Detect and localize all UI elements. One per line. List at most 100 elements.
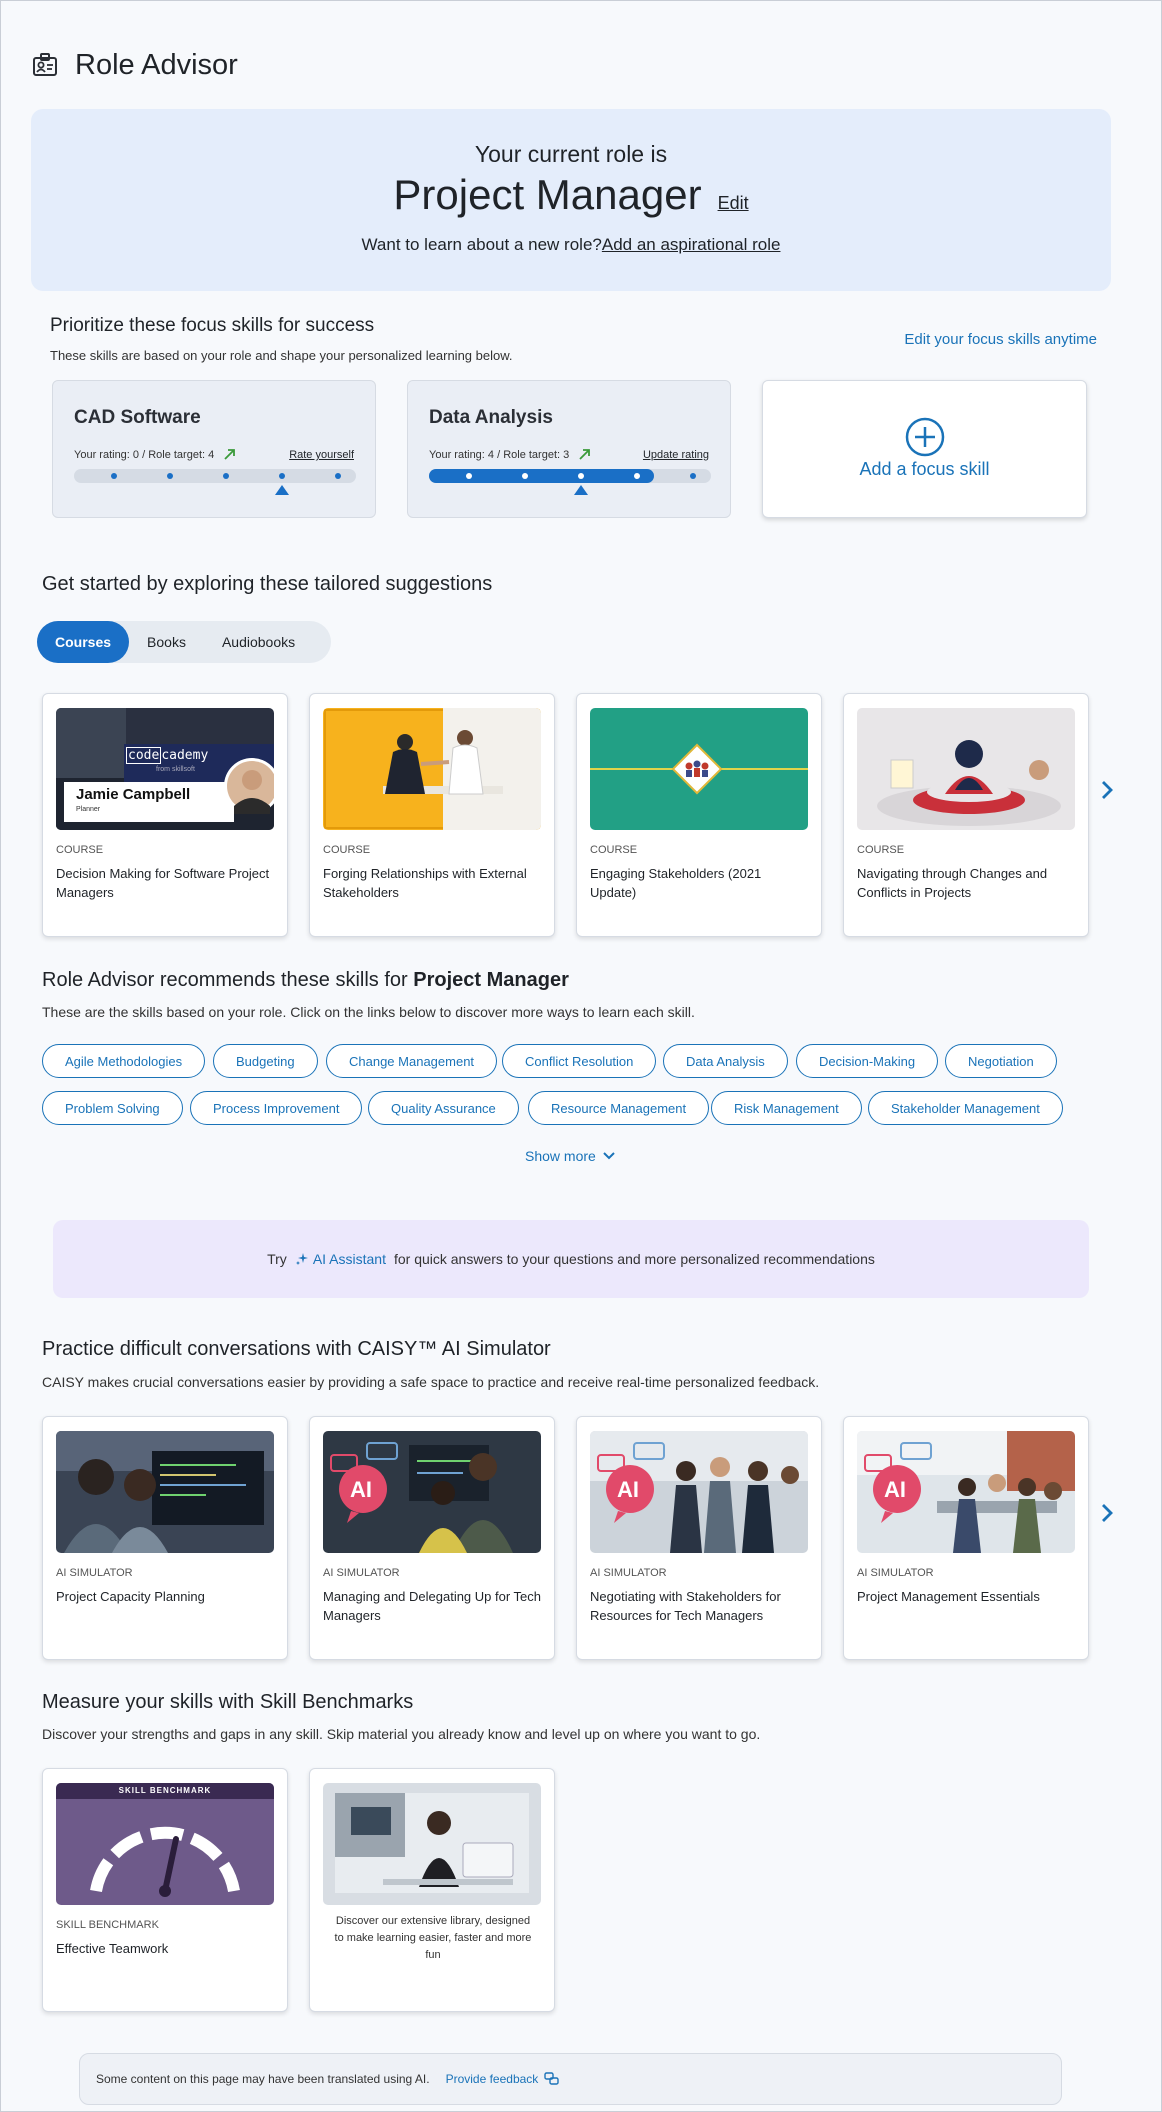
course-thumbnail: [323, 708, 541, 830]
rating-step: [578, 473, 584, 479]
tab-courses[interactable]: Courses: [37, 621, 130, 663]
edit-focus-skills-link[interactable]: Edit your focus skills anytime: [904, 331, 1097, 348]
ai-banner-post: for quick answers to your questions and …: [393, 1251, 875, 1267]
current-role-name: Project Manager: [393, 171, 702, 218]
ai-simulator-card[interactable]: AI AI SIMULATOR Managing and Delegating …: [309, 1416, 555, 1660]
chevron-right-icon[interactable]: [1097, 776, 1117, 804]
library-promo-text: Discover our extensive library, designed…: [334, 1915, 532, 1961]
library-promo-card[interactable]: Discover our extensive library, designed…: [309, 1768, 555, 2012]
content-type-label: COURSE: [56, 844, 104, 856]
chevron-right-icon[interactable]: [1097, 1499, 1117, 1527]
focus-skills-description: These skills are based on your role and …: [50, 348, 513, 363]
focus-skill-card[interactable]: Data Analysis Your rating: 4 / Role targ…: [407, 380, 731, 518]
show-more-button[interactable]: Show more: [525, 1148, 616, 1164]
content-type-label: COURSE: [323, 844, 371, 856]
content-type-label: AI SIMULATOR: [323, 1567, 400, 1579]
simulator-title: Project Capacity Planning: [56, 1589, 205, 1604]
edit-role-link[interactable]: Edit: [718, 193, 749, 214]
rating-track: [429, 469, 711, 495]
caisy-title: Practice difficult conversations with CA…: [42, 1338, 551, 1360]
rating-fill: [429, 469, 654, 483]
course-thumbnail: [590, 708, 808, 830]
ai-badge: AI: [350, 1477, 372, 1502]
plus-circle-icon: [905, 417, 945, 457]
course-title: Decision Making for Software Project Man…: [56, 866, 270, 900]
provide-feedback-link[interactable]: Provide feedback: [446, 2072, 561, 2086]
rating-step: [466, 473, 472, 479]
rating-track: [74, 469, 356, 495]
course-thumbnail: code cademy from skillsoft Jamie Campbell…: [56, 708, 274, 830]
simulator-thumbnail: AI: [857, 1431, 1075, 1553]
update-rating-link[interactable]: Update rating: [643, 449, 709, 461]
provide-feedback-label: Provide feedback: [445, 2072, 539, 2086]
focus-skill-name: Data Analysis: [429, 407, 553, 428]
tab-books[interactable]: Books: [129, 621, 204, 663]
focus-skill-card[interactable]: CAD Software Your rating: 0 / Role targe…: [52, 380, 376, 518]
current-role-label: Your current role is: [474, 141, 668, 167]
skill-tag[interactable]: Budgeting: [213, 1044, 318, 1078]
skill-tag[interactable]: Risk Management: [711, 1091, 862, 1125]
ai-simulator-card[interactable]: AI SIMULATOR Project Capacity Planning: [42, 1416, 288, 1660]
add-aspirational-role-link[interactable]: Add an aspirational role: [602, 235, 781, 254]
ai-simulator-card[interactable]: AI AI SIMULATOR Project Management Essen…: [843, 1416, 1089, 1660]
course-card[interactable]: COURSE Navigating through Changes and Co…: [843, 693, 1089, 937]
rating-step: [690, 473, 696, 479]
recommend-title: Role Advisor recommends these skills for…: [42, 969, 569, 991]
app-header: Role Advisor: [31, 47, 238, 83]
ai-assistant-banner: Try AI Assistant for quick answers to yo…: [53, 1220, 1089, 1298]
ai-assistant-label: AI Assistant: [312, 1251, 386, 1267]
course-card[interactable]: COURSE Forging Relationships with Extern…: [309, 693, 555, 937]
content-type-label: COURSE: [590, 844, 638, 856]
course-thumbnail: [857, 708, 1075, 830]
simulator-title: Project Management Essentials: [857, 1589, 1040, 1604]
ai-assistant-link[interactable]: AI Assistant: [295, 1251, 386, 1267]
skill-tag[interactable]: Process Improvement: [190, 1091, 363, 1125]
rate-yourself-link[interactable]: Rate yourself: [289, 449, 354, 461]
add-focus-skill-card[interactable]: Add a focus skill: [762, 380, 1087, 518]
trend-up-icon: [579, 449, 590, 460]
course-card[interactable]: COURSE Engaging Stakeholders (2021 Updat…: [576, 693, 822, 937]
id-badge-icon: [33, 53, 57, 76]
current-role-panel: Your current role is Project Manager Edi…: [31, 109, 1111, 291]
rating-step: [111, 473, 117, 479]
benchmarks-description: Discover your strengths and gaps in any …: [42, 1726, 761, 1742]
skill-tag[interactable]: Decision-Making: [796, 1044, 939, 1078]
caisy-description: CAISY makes crucial conversations easier…: [42, 1374, 820, 1390]
rating-step: [634, 473, 640, 479]
library-thumbnail: [323, 1783, 541, 1905]
focus-skill-name: CAD Software: [74, 407, 201, 428]
skill-tag[interactable]: Resource Management: [528, 1091, 710, 1125]
rating-step: [167, 473, 173, 479]
ai-simulator-card[interactable]: AI AI SIMULATOR Negotiating with Stakeho…: [576, 1416, 822, 1660]
skill-tag[interactable]: Quality Assurance: [368, 1091, 519, 1125]
simulator-thumbnail: [56, 1431, 274, 1553]
rating-step: [335, 473, 341, 479]
tab-audiobooks[interactable]: Audiobooks: [204, 621, 313, 663]
codecademy-logo: code cademy: [126, 747, 209, 764]
skill-benchmark-card[interactable]: SKILL BENCHMARK SKILL BENCHMARK Effectiv…: [42, 1768, 288, 2012]
course-card[interactable]: code cademy from skillsoft Jamie Campbell…: [42, 693, 288, 937]
focus-skill-rating: Your rating: 0 / Role target: 4: [74, 449, 215, 461]
content-type-label: AI SIMULATOR: [590, 1567, 667, 1579]
rating-step: [279, 473, 285, 479]
skill-tag[interactable]: Problem Solving: [42, 1091, 183, 1125]
simulator-thumbnail: AI: [590, 1431, 808, 1553]
skill-tag[interactable]: Negotiation: [945, 1044, 1057, 1078]
content-type-label: COURSE: [857, 844, 905, 856]
benchmark-thumbnail: SKILL BENCHMARK: [56, 1783, 274, 1905]
rating-step: [223, 473, 229, 479]
skill-tag[interactable]: Change Management: [326, 1044, 498, 1078]
add-focus-skill-label: Add a focus skill: [859, 459, 990, 479]
ai-badge: AI: [884, 1477, 906, 1502]
skill-tag[interactable]: Data Analysis: [663, 1044, 788, 1078]
show-more-label: Show more: [525, 1148, 596, 1164]
recommend-role: Project Manager: [413, 969, 569, 991]
ai-badge: AI: [617, 1477, 639, 1502]
course-title: Navigating through Changes and Conflicts…: [857, 866, 1048, 900]
skill-tag[interactable]: Conflict Resolution: [502, 1044, 657, 1078]
benchmark-title: Effective Teamwork: [56, 1941, 169, 1956]
skill-tag[interactable]: Agile Methodologies: [42, 1044, 206, 1078]
content-type-label: AI SIMULATOR: [857, 1567, 934, 1579]
skill-tag[interactable]: Stakeholder Management: [868, 1091, 1063, 1125]
simulator-title: Managing and Delegating Up for Tech Mana…: [323, 1589, 542, 1623]
